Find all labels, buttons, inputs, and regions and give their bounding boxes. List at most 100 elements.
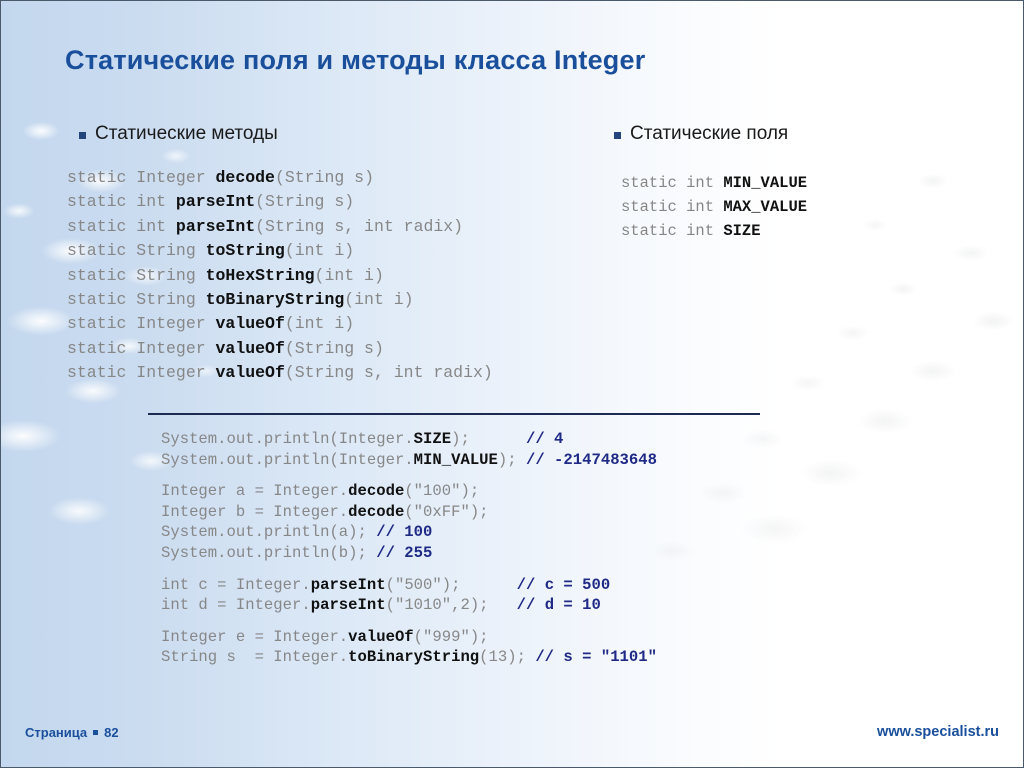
code-plain-text: (String s, int radix)	[284, 363, 493, 383]
code-plain-text: System.out.println(Integer.	[161, 430, 414, 448]
example-code-line: String s = Integer.toBinaryString(13); /…	[161, 647, 657, 668]
section-heading-label: Статические методы	[95, 123, 278, 144]
code-identifier: toBinaryString	[348, 648, 480, 667]
code-plain-text: System.out.println(b);	[161, 543, 377, 562]
code-plain-text: Integer b = Integer.	[161, 502, 349, 521]
code-plain-text: static Integer	[67, 338, 216, 358]
code-identifier: MAX_VALUE	[723, 198, 808, 217]
static-field-declaration: static int MIN_VALUE	[621, 171, 807, 195]
square-bullet-icon	[93, 730, 99, 735]
code-plain-text: (String s, int radix)	[255, 216, 464, 236]
code-identifier: decode	[215, 168, 275, 187]
section-heading-static-fields: Статические поля	[614, 123, 788, 145]
code-comment: // d = 10	[516, 596, 601, 615]
footer-page-indicator: Страница 82	[25, 725, 119, 740]
code-identifier: valueOf	[215, 363, 285, 383]
code-identifier: decode	[348, 482, 405, 501]
code-plain-text: static String	[67, 241, 206, 261]
presentation-slide: Статические поля и методы класса Integer…	[0, 0, 1024, 768]
static-field-declaration: static int MAX_VALUE	[621, 195, 807, 219]
code-plain-text: static Integer	[67, 168, 216, 187]
code-plain-text: (int i)	[344, 290, 414, 310]
static-method-signature: static int parseInt(String s)	[67, 190, 493, 214]
code-identifier: toHexString	[205, 265, 315, 285]
code-plain-text: (int i)	[284, 314, 355, 334]
section-heading-label: Статические поля	[630, 123, 789, 144]
static-method-signature: static Integer valueOf(String s, int rad…	[67, 361, 493, 385]
code-identifier: SIZE	[413, 430, 452, 448]
square-bullet-icon	[79, 131, 86, 139]
code-plain-text: Integer e = Integer.	[161, 627, 349, 646]
code-plain-text: static Integer	[67, 314, 216, 334]
static-method-signature: static Integer valueOf(int i)	[67, 312, 493, 336]
static-method-signature: static String toHexString(int i)	[67, 264, 493, 288]
static-method-signature: static String toString(int i)	[67, 239, 493, 263]
code-plain-text: Integer a = Integer.	[161, 482, 349, 501]
example-code-line: int d = Integer.parseInt("1010",2); // d…	[161, 595, 657, 616]
code-plain-text: int d = Integer.	[161, 596, 311, 615]
static-method-signature: static Integer valueOf(String s)	[67, 337, 493, 361]
code-plain-text: (13);	[479, 648, 536, 667]
code-plain-text: (String s)	[274, 168, 374, 187]
example-code-line: System.out.println(b); // 255	[161, 543, 657, 564]
code-comment: // 100	[376, 523, 433, 542]
code-identifier: MIN_VALUE	[723, 174, 808, 192]
example-code-line: Integer e = Integer.valueOf("999");	[161, 627, 657, 648]
code-plain-text: );	[451, 430, 526, 448]
footer-website-link[interactable]: www.specialist.ru	[877, 724, 999, 740]
static-method-signature: static String toBinaryString(int i)	[67, 288, 493, 312]
code-identifier: MIN_VALUE	[413, 450, 498, 469]
code-identifier: toString	[205, 241, 285, 261]
example-code-block: System.out.println(Integer.SIZE); // 4 Sy…	[161, 429, 657, 668]
code-comment: // -2147483648	[525, 450, 657, 469]
example-code-line: System.out.println(a); // 100	[161, 522, 657, 543]
code-plain-text: static int	[621, 174, 724, 192]
footer-page-label: Страница	[25, 725, 88, 740]
code-plain-text: static int	[621, 222, 724, 241]
code-identifier: parseInt	[175, 192, 256, 212]
slide-content: Статические поля и методы класса Integer…	[1, 1, 1023, 767]
code-plain-text: ("999");	[413, 627, 489, 646]
code-plain-text: );	[497, 450, 526, 469]
code-plain-text: static int	[621, 198, 724, 217]
code-plain-text: ("0xFF");	[404, 502, 489, 521]
code-identifier: parseInt	[310, 596, 386, 615]
example-code-line: System.out.println(Integer.SIZE); // 4	[161, 429, 657, 450]
example-code-line: int c = Integer.parseInt("500"); // c = …	[161, 575, 657, 596]
code-identifier: valueOf	[215, 338, 285, 358]
code-plain-text: (String s)	[255, 192, 355, 212]
code-identifier: parseInt	[310, 575, 386, 594]
code-comment: // 4	[525, 430, 564, 448]
code-identifier: decode	[348, 502, 405, 521]
code-identifier: valueOf	[348, 627, 414, 646]
code-plain-text: static int	[67, 192, 176, 212]
static-method-signature: static int parseInt(String s, int radix)	[67, 215, 493, 239]
code-plain-text: static Integer	[67, 363, 216, 383]
static-method-signature: static Integer decode(String s)	[67, 166, 493, 190]
page-title: Статические поля и методы класса Integer	[65, 45, 646, 75]
code-plain-text: String s = Integer.	[161, 648, 349, 667]
code-comment: // c = 500	[516, 575, 611, 594]
code-identifier: SIZE	[723, 222, 761, 241]
code-plain-text: int c = Integer.	[161, 575, 311, 594]
code-comment: // s = "1101"	[535, 648, 657, 667]
code-plain-text: static String	[67, 265, 206, 285]
code-plain-text: static String	[67, 290, 206, 310]
code-plain-text: System.out.println(a);	[161, 523, 377, 542]
square-bullet-icon	[614, 131, 621, 139]
code-plain-text: (int i)	[314, 265, 384, 285]
code-plain-text: ("500");	[385, 575, 517, 594]
static-field-declaration: static int SIZE	[621, 219, 807, 243]
code-plain-text: System.out.println(Integer.	[161, 450, 414, 469]
example-code-line: Integer a = Integer.decode("100");	[161, 481, 657, 502]
code-plain-text: static int	[67, 216, 176, 236]
section-heading-static-methods: Статические методы	[79, 123, 278, 145]
code-comment: // 255	[376, 543, 433, 562]
horizontal-divider	[148, 413, 760, 415]
footer-page-number: 82	[104, 725, 119, 740]
static-methods-code-list: static Integer decode(String s) static in…	[67, 166, 493, 386]
static-fields-code-list: static int MIN_VALUE static int MAX_VALUE…	[621, 171, 807, 244]
